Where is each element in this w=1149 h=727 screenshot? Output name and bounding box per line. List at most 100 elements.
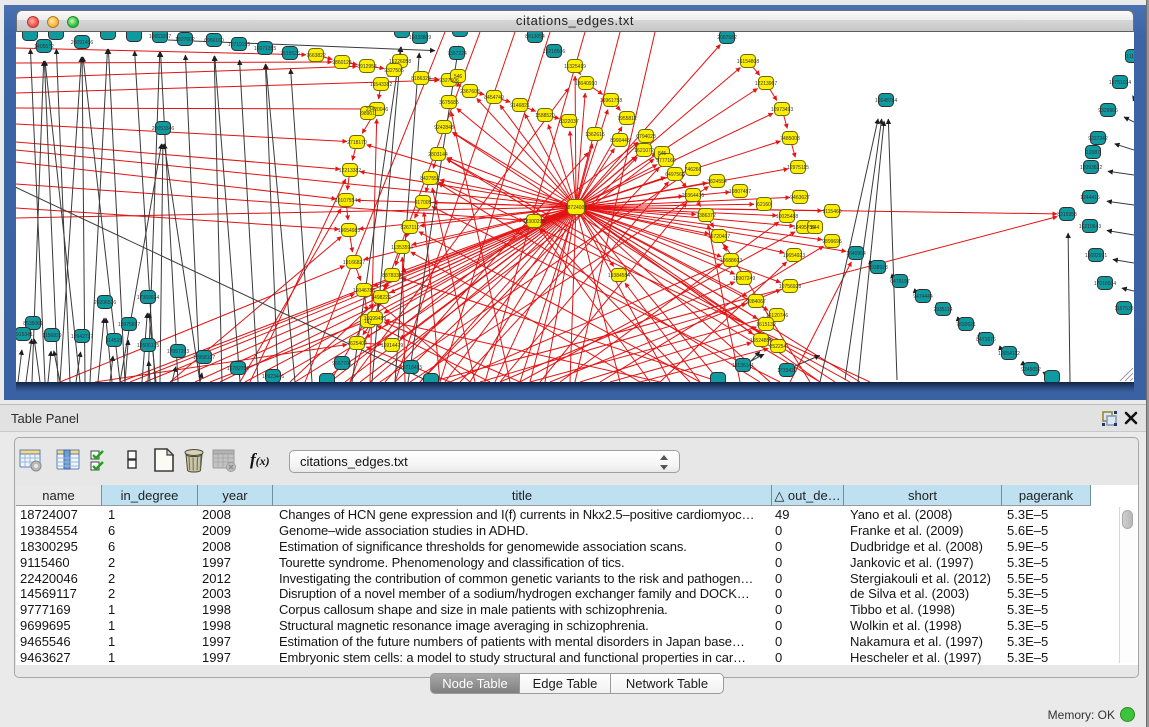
svg-text:7832621: 7832621 bbox=[956, 322, 976, 328]
svg-text:20053346: 20053346 bbox=[152, 126, 174, 132]
svg-text:15720407: 15720407 bbox=[708, 234, 730, 240]
svg-text:12213382: 12213382 bbox=[339, 168, 361, 174]
svg-text:917005: 917005 bbox=[415, 200, 432, 206]
svg-text:11123: 11123 bbox=[1126, 54, 1134, 60]
svg-text:16210643: 16210643 bbox=[1079, 224, 1101, 230]
svg-text:10719155: 10719155 bbox=[228, 42, 250, 48]
svg-text:16782759: 16782759 bbox=[227, 366, 249, 372]
svg-text:1640954: 1640954 bbox=[846, 251, 866, 257]
svg-text:7955812: 7955812 bbox=[617, 116, 637, 122]
svg-text:12087: 12087 bbox=[1086, 150, 1100, 156]
svg-text:14136141: 14136141 bbox=[732, 363, 754, 369]
svg-text:7515526: 7515526 bbox=[280, 51, 300, 57]
svg-text:19654985: 19654985 bbox=[338, 228, 360, 234]
svg-text:8912954: 8912954 bbox=[357, 64, 377, 70]
svg-text:2087682: 2087682 bbox=[717, 35, 737, 41]
svg-text:3915341: 3915341 bbox=[16, 332, 33, 338]
svg-text:16671355: 16671355 bbox=[254, 46, 276, 52]
svg-text:7663822: 7663822 bbox=[306, 53, 326, 59]
svg-text:8471676: 8471676 bbox=[976, 337, 996, 343]
svg-text:12505135: 12505135 bbox=[137, 343, 159, 349]
svg-text:3498222: 3498222 bbox=[371, 295, 391, 301]
svg-text:9329966: 9329966 bbox=[1098, 108, 1118, 114]
svg-text:19218506: 19218506 bbox=[543, 49, 565, 55]
svg-text:16046786: 16046786 bbox=[353, 288, 375, 294]
svg-text:8427552: 8427552 bbox=[420, 176, 440, 182]
svg-text:3824554: 3824554 bbox=[707, 179, 727, 185]
svg-text:8322037: 8322037 bbox=[559, 119, 579, 125]
svg-text:746266: 746266 bbox=[685, 167, 702, 173]
svg-text:9227342: 9227342 bbox=[1088, 136, 1108, 142]
svg-text:8938923: 8938923 bbox=[868, 265, 888, 271]
svg-text:9463627: 9463627 bbox=[790, 195, 810, 201]
svg-text:20364436: 20364436 bbox=[682, 193, 704, 199]
svg-text:2935114: 2935114 bbox=[933, 307, 952, 313]
svg-text:11325419: 11325419 bbox=[564, 64, 586, 70]
svg-text:2718170: 2718170 bbox=[347, 140, 367, 146]
svg-text:546: 546 bbox=[454, 74, 463, 80]
svg-text:18640910: 18640910 bbox=[575, 81, 597, 87]
svg-text:8215958: 8215958 bbox=[1057, 212, 1077, 218]
svg-text:18724007: 18724007 bbox=[565, 205, 587, 211]
svg-text:844: 844 bbox=[811, 225, 820, 231]
svg-text:20091406: 20091406 bbox=[71, 40, 93, 46]
svg-text:17359924: 17359924 bbox=[137, 295, 159, 301]
svg-text:10653287: 10653287 bbox=[149, 34, 171, 40]
svg-text:1588520: 1588520 bbox=[535, 113, 555, 119]
svg-text:11353594: 11353594 bbox=[391, 245, 413, 251]
svg-text:1527602: 1527602 bbox=[175, 37, 195, 43]
svg-text:8990448: 8990448 bbox=[610, 138, 630, 144]
svg-text:10756928: 10756928 bbox=[779, 284, 801, 290]
svg-text:9084067: 9084067 bbox=[746, 299, 766, 305]
svg-text:10107554: 10107554 bbox=[335, 198, 357, 204]
svg-text:1615132: 1615132 bbox=[756, 322, 776, 328]
svg-text:9899695: 9899695 bbox=[822, 239, 842, 245]
svg-text:9777169: 9777169 bbox=[656, 158, 676, 164]
svg-text:98901: 98901 bbox=[361, 111, 375, 117]
svg-text:16914479: 16914479 bbox=[381, 343, 403, 349]
svg-text:8186328: 8186328 bbox=[411, 76, 431, 82]
svg-text:18907249: 18907249 bbox=[733, 276, 755, 282]
svg-text:9657791: 9657791 bbox=[332, 361, 352, 367]
svg-text:9474444: 9474444 bbox=[913, 294, 933, 300]
svg-text:15692971: 15692971 bbox=[1085, 253, 1107, 259]
svg-text:1405572: 1405572 bbox=[34, 44, 54, 50]
svg-text:1244415: 1244415 bbox=[1080, 195, 1100, 201]
svg-text:16154808: 16154808 bbox=[737, 59, 759, 65]
svg-text:15226058: 15226058 bbox=[389, 59, 411, 65]
svg-text:16648784: 16648784 bbox=[875, 98, 897, 104]
svg-text:1156829: 1156829 bbox=[42, 333, 61, 339]
svg-text:19958107: 19958107 bbox=[193, 355, 215, 361]
svg-text:19384554: 19384554 bbox=[608, 273, 630, 279]
svg-text:2367608: 2367608 bbox=[460, 89, 480, 95]
svg-text:19654923: 19654923 bbox=[783, 253, 805, 259]
svg-text:2803144: 2803144 bbox=[428, 152, 448, 158]
svg-text:8535061: 8535061 bbox=[23, 321, 43, 327]
svg-text:10688603: 10688603 bbox=[720, 258, 742, 264]
svg-text:9860124: 9860124 bbox=[332, 60, 352, 66]
svg-text:7386372: 7386372 bbox=[696, 213, 716, 219]
svg-text:1362615: 1362615 bbox=[585, 132, 605, 138]
svg-text:1621072: 1621072 bbox=[634, 148, 654, 154]
svg-text:8267110: 8267110 bbox=[400, 225, 419, 231]
svg-text:10654112: 10654112 bbox=[998, 351, 1020, 357]
svg-text:13751074: 13751074 bbox=[1109, 80, 1131, 86]
svg-text:12093822: 12093822 bbox=[1080, 165, 1102, 171]
svg-text:10025488: 10025488 bbox=[776, 214, 798, 220]
svg-text:8454749: 8454749 bbox=[484, 95, 504, 101]
svg-text:9327505: 9327505 bbox=[384, 68, 404, 74]
svg-text:845: 845 bbox=[658, 151, 667, 157]
svg-text:16961758: 16961758 bbox=[600, 98, 622, 104]
svg-text:17957263: 17957263 bbox=[167, 349, 189, 355]
svg-text:8813054: 8813054 bbox=[525, 34, 545, 40]
svg-text:1733426: 1733426 bbox=[777, 368, 797, 374]
svg-text:10973493: 10973493 bbox=[771, 107, 793, 113]
svg-text:9146821: 9146821 bbox=[510, 103, 530, 109]
svg-text:16543382: 16543382 bbox=[370, 82, 392, 88]
svg-text:7357224: 7357224 bbox=[447, 51, 467, 57]
svg-text:10807487: 10807487 bbox=[729, 189, 751, 195]
svg-text:62160: 62160 bbox=[757, 202, 771, 208]
svg-text:252254: 252254 bbox=[770, 344, 787, 350]
svg-text:114519: 114519 bbox=[106, 338, 123, 344]
svg-text:6479197: 6479197 bbox=[890, 279, 910, 285]
